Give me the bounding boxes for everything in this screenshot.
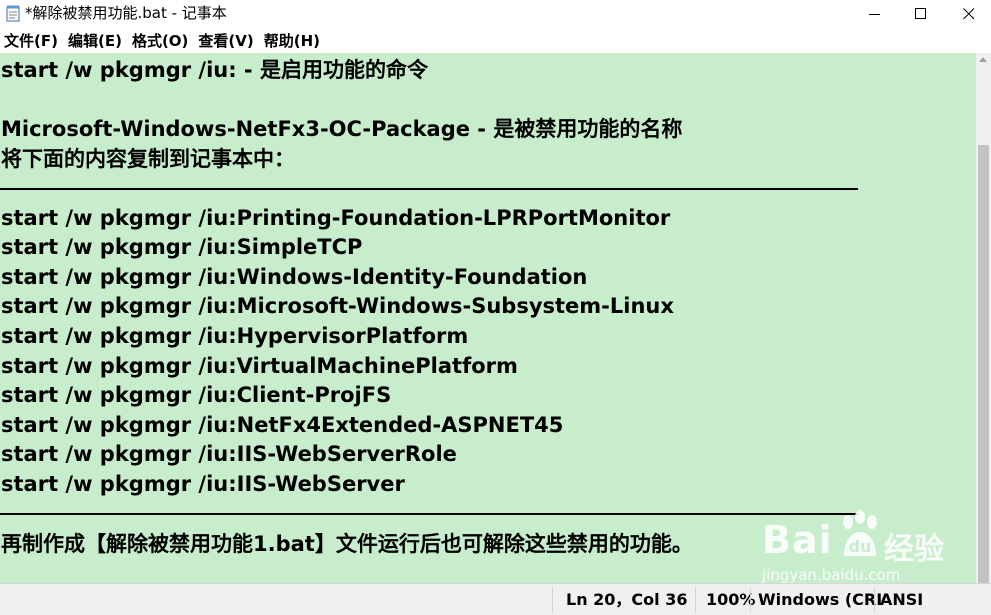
- notepad-icon: [6, 5, 20, 22]
- editor-line: start /w pkgmgr /iu:Printing-Foundation-…: [1, 206, 671, 230]
- editor-line: start /w pkgmgr /iu:HypervisorPlatform: [1, 324, 469, 348]
- menu-format[interactable]: 格式(O): [128, 30, 194, 52]
- scrollbar-thumb[interactable]: [978, 145, 989, 583]
- menu-edit[interactable]: 编辑(E): [64, 30, 128, 52]
- editor-line: start /w pkgmgr /iu: - 是启用功能的命令: [1, 58, 428, 82]
- separator-line: [0, 188, 858, 190]
- status-divider: [750, 588, 751, 612]
- close-button[interactable]: [946, 0, 991, 28]
- text-editor[interactable]: start /w pkgmgr /iu: - 是启用功能的命令 Microsof…: [0, 53, 976, 583]
- maximize-icon: [915, 8, 926, 19]
- separator-line: [0, 513, 858, 515]
- notepad-window: *解除被禁用功能.bat - 记事本 文件(F) 编辑(E) 格式(O) 查看(…: [0, 0, 991, 615]
- svg-text:du: du: [849, 537, 872, 556]
- editor-line: start /w pkgmgr /iu:SimpleTCP: [1, 235, 363, 259]
- editor-line: 再制作成【解除被禁用功能1.bat】文件运行后也可解除这些禁用的功能。: [1, 532, 693, 556]
- editor-line: start /w pkgmgr /iu:Windows-Identity-Fou…: [1, 265, 588, 289]
- status-cursor-position: Ln 20，Col 36: [566, 590, 688, 609]
- window-title: *解除被禁用功能.bat - 记事本: [25, 4, 227, 22]
- editor-line: start /w pkgmgr /iu:IIS-WebServer: [1, 472, 405, 496]
- menu-file[interactable]: 文件(F): [0, 30, 64, 52]
- close-icon: [963, 8, 975, 20]
- status-bar: Ln 20，Col 36 100% Windows (CRI ANSI: [0, 583, 991, 615]
- title-bar[interactable]: *解除被禁用功能.bat - 记事本: [0, 0, 991, 28]
- status-divider: [552, 588, 553, 612]
- scroll-up-icon[interactable]: [979, 57, 987, 62]
- editor-line: start /w pkgmgr /iu:VirtualMachinePlatfo…: [1, 354, 518, 378]
- editor-line: start /w pkgmgr /iu:Microsoft-Windows-Su…: [1, 294, 674, 318]
- watermark-brand-cn: 经验: [884, 532, 944, 567]
- watermark-url: jingyan.baidu.com: [762, 566, 901, 584]
- status-divider: [695, 588, 696, 612]
- editor-line: Microsoft-Windows-NetFx3-OC-Package - 是被…: [1, 117, 683, 141]
- menu-view[interactable]: 查看(V): [194, 30, 259, 52]
- minimize-icon: [869, 14, 880, 15]
- editor-line: start /w pkgmgr /iu:IIS-WebServerRole: [1, 442, 457, 466]
- vertical-scrollbar[interactable]: [976, 53, 991, 583]
- minimize-button[interactable]: [852, 0, 898, 28]
- status-divider: [874, 588, 875, 612]
- baidu-jingyan-watermark: Bai du 经验 jingyan.baidu.com: [760, 508, 970, 588]
- baidu-paw-icon: du: [843, 510, 877, 556]
- status-line-ending: Windows (CRI: [758, 590, 883, 609]
- editor-line: start /w pkgmgr /iu:Client-ProjFS: [1, 383, 392, 407]
- status-encoding: ANSI: [880, 590, 924, 609]
- menu-bar: 文件(F) 编辑(E) 格式(O) 查看(V) 帮助(H): [0, 29, 991, 53]
- watermark-brand: Bai: [762, 518, 833, 562]
- maximize-button[interactable]: [898, 0, 944, 28]
- status-zoom: 100%: [706, 590, 756, 609]
- menu-help[interactable]: 帮助(H): [260, 30, 326, 52]
- editor-line: start /w pkgmgr /iu:NetFx4Extended-ASPNE…: [1, 413, 564, 437]
- editor-line: 将下面的内容复制到记事本中：: [1, 147, 295, 171]
